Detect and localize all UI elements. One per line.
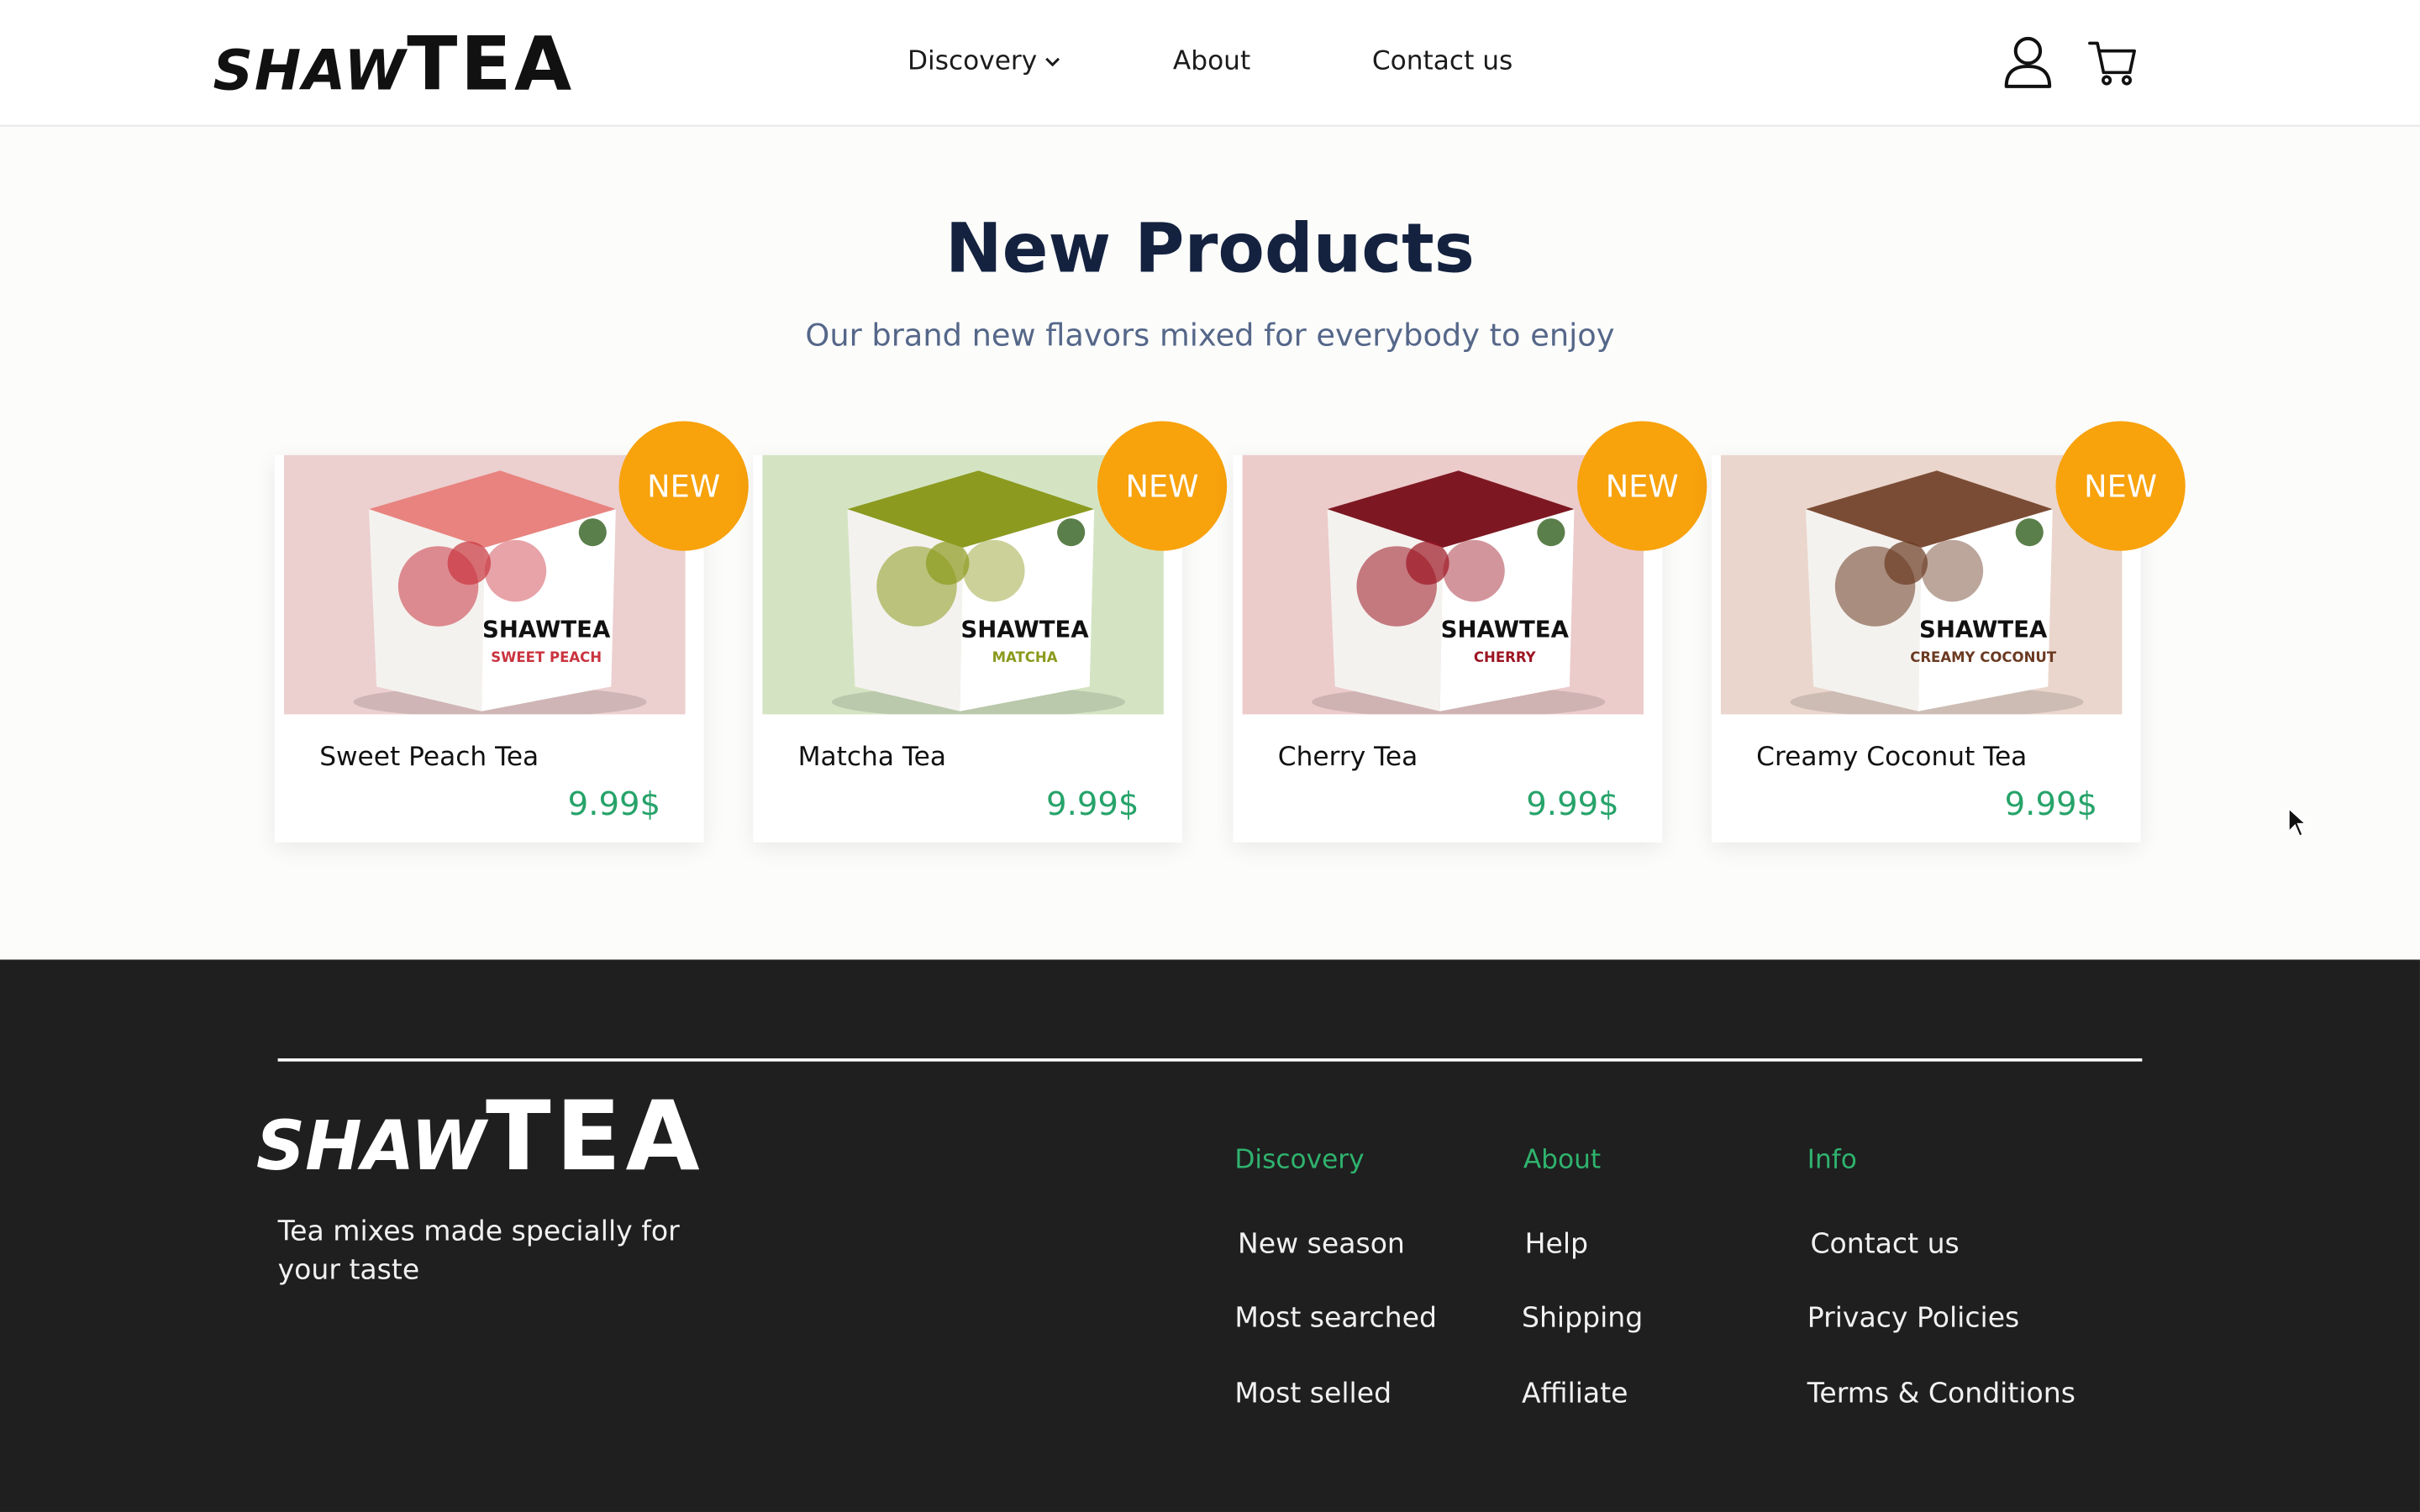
footer-link-affiliate[interactable]: Affiliate <box>1522 1378 1628 1410</box>
product-name[interactable]: Matcha Tea <box>798 742 946 773</box>
product-card-creamy-coconut[interactable]: SHAWTEA CREAMY COCONUT NEW Creamy Coconu… <box>1711 421 2186 843</box>
brand-logo[interactable]: SHAWTEA <box>213 22 574 108</box>
box-brand-text: SHAWTEA <box>960 617 1089 643</box>
footer-tagline: Tea mixes made specially for your taste <box>277 1215 680 1287</box>
page: SHAWTEA Discovery About Contact us New P… <box>0 0 2420 1512</box>
product-name[interactable]: Creamy Coconut Tea <box>1756 742 2027 773</box>
box-brand-text: SHAWTEA <box>482 617 611 643</box>
box-flavor-text: SWEET PEACH <box>491 649 602 665</box>
footer-heading-info: Info <box>1807 1144 1857 1176</box>
mouse-cursor-icon <box>2287 806 2308 837</box>
footer-link-contact-us[interactable]: Contact us <box>1810 1228 1959 1261</box>
new-badge: NEW <box>618 421 749 551</box>
footer-link-new-season[interactable]: New season <box>1238 1228 1405 1261</box>
product-card-matcha[interactable]: SHAWTEA MATCHA NEW Matcha Tea 9.99$ <box>753 421 1228 843</box>
section-subtitle: Our brand new flavors mixed for everybod… <box>805 316 1615 354</box>
footer-heading-about: About <box>1523 1144 1602 1176</box>
nav-discovery[interactable]: Discovery <box>908 46 1037 77</box>
footer-link-help[interactable]: Help <box>1525 1228 1588 1261</box>
section-title: New Products <box>945 209 1475 289</box>
footer-logo[interactable]: SHAWTEA <box>256 1080 704 1193</box>
new-badge: NEW <box>1577 421 1707 551</box>
footer-logo-shaw: SHAW <box>255 1107 487 1187</box>
box-brand-text: SHAWTEA <box>1441 617 1570 643</box>
product-price: 9.99$ <box>567 785 661 822</box>
box-flavor-text: CREAMY COCONUT <box>1910 649 2057 665</box>
nav-about[interactable]: About <box>1173 46 1250 77</box>
box-flavor-text: CHERRY <box>1474 649 1537 665</box>
new-badge: NEW <box>1097 421 1228 551</box>
footer-link-shipping[interactable]: Shipping <box>1522 1302 1643 1335</box>
product-price: 9.99$ <box>1046 785 1139 822</box>
footer-link-terms-conditions[interactable]: Terms & Conditions <box>1807 1378 2075 1410</box>
footer-divider <box>277 1058 2143 1062</box>
box-flavor-text: MATCHA <box>992 649 1058 665</box>
chevron-down-icon[interactable] <box>1044 52 1062 71</box>
footer-link-most-searched[interactable]: Most searched <box>1234 1302 1437 1335</box>
product-name[interactable]: Sweet Peach Tea <box>319 742 539 773</box>
footer-link-privacy-policies[interactable]: Privacy Policies <box>1807 1302 2020 1335</box>
logo-text-tea: TEA <box>407 21 575 108</box>
footer-logo-tea: TEA <box>486 1079 705 1193</box>
cart-icon[interactable] <box>2086 34 2139 89</box>
user-icon[interactable] <box>2002 34 2054 89</box>
footer: SHAWTEA Tea mixes made specially for you… <box>0 959 2420 1512</box>
box-brand-text: SHAWTEA <box>1919 617 2048 643</box>
product-price: 9.99$ <box>2004 785 2098 822</box>
footer-link-most-selled[interactable]: Most selled <box>1234 1378 1392 1410</box>
footer-heading-discovery: Discovery <box>1234 1144 1365 1176</box>
new-badge: NEW <box>2055 421 2186 551</box>
logo-text-shaw: SHAW <box>213 39 408 104</box>
top-navbar: SHAWTEA Discovery About Contact us <box>0 0 2420 127</box>
product-card-cherry[interactable]: SHAWTEA CHERRY NEW Cherry Tea 9.99$ <box>1233 421 1707 843</box>
product-price: 9.99$ <box>1526 785 1619 822</box>
nav-contact-us[interactable]: Contact us <box>1372 46 1512 77</box>
product-name[interactable]: Cherry Tea <box>1278 742 1418 773</box>
product-card-sweet-peach[interactable]: SHAWTEA SWEET PEACH NEW Sweet Peach Tea … <box>274 421 749 843</box>
